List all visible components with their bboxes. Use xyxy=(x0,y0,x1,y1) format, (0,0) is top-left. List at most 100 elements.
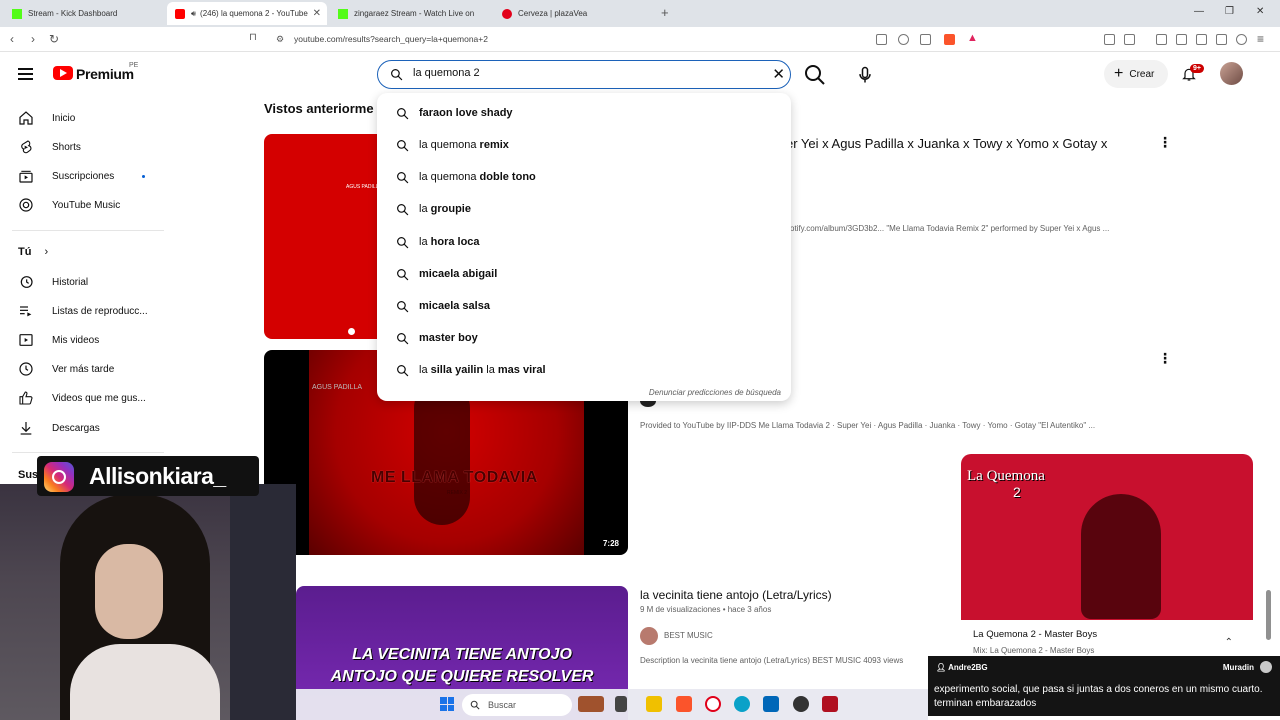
video-title[interactable]: la vecinita tiene antojo (Letra/Lyrics) xyxy=(640,588,832,602)
maximize-icon[interactable]: ❐ xyxy=(1225,6,1234,17)
miniplayer-subtitle: Mix: La Quemona 2 - Master Boys xyxy=(973,646,1095,655)
search-icon xyxy=(397,107,409,119)
sidebar-icon[interactable] xyxy=(1176,34,1187,45)
thumbnail-artist: AGUS PADILLA xyxy=(312,384,363,391)
subscriptions-icon xyxy=(19,170,33,183)
media-icon[interactable] xyxy=(1156,34,1167,45)
task-view-icon[interactable] xyxy=(615,696,627,712)
search-button[interactable] xyxy=(803,63,827,87)
new-tab-button[interactable]: + xyxy=(661,5,669,20)
sidebar-item-shorts[interactable]: Shorts xyxy=(18,139,81,155)
youtube-premium-logo[interactable]: Premium xyxy=(76,66,134,82)
opera-icon[interactable] xyxy=(705,696,721,712)
zoom-icon[interactable] xyxy=(898,34,909,45)
video-title[interactable]: er Yei x Agus Padilla x Juanka x Towy x … xyxy=(786,136,1107,151)
sidebar-item-label: Historial xyxy=(52,276,89,288)
youtube-logo-icon[interactable] xyxy=(53,66,73,80)
suggestion-item[interactable]: faraon love shady xyxy=(377,98,791,128)
clear-search-icon[interactable]: ✕ xyxy=(772,65,785,83)
vpn-icon[interactable] xyxy=(1236,34,1247,45)
sidebar-item-label: Shorts xyxy=(52,141,81,153)
sidebar-item-descargas[interactable]: Descargas xyxy=(18,420,100,436)
file-explorer-icon[interactable] xyxy=(646,696,662,712)
site-info-icon[interactable]: ⚙ xyxy=(276,34,284,45)
suggestion-item[interactable]: la groupie xyxy=(377,194,791,224)
wallet-icon[interactable] xyxy=(1124,34,1135,45)
search-input[interactable] xyxy=(413,67,743,79)
sidebar-item-inicio[interactable]: Inicio xyxy=(18,110,75,126)
menu-icon[interactable]: ≡ xyxy=(1257,32,1264,46)
miniplayer-video[interactable]: La Quemona 2 xyxy=(961,454,1253,620)
suggestion-item[interactable]: master boy xyxy=(377,323,791,353)
sidebar-item-mis-videos[interactable]: Mis videos xyxy=(18,332,99,348)
suggestion-prefix: la xyxy=(419,203,431,215)
sidebar-item-label: YouTube Music xyxy=(52,199,121,211)
minimize-icon[interactable]: — xyxy=(1194,6,1204,17)
sidebar-item-ver-mas-tarde[interactable]: Ver más tarde xyxy=(18,361,114,377)
taskbar-search[interactable]: Buscar xyxy=(462,694,572,716)
store-icon[interactable] xyxy=(763,696,779,712)
bookmark-icon[interactable]: ⊓ xyxy=(249,32,257,43)
chevron-up-icon[interactable]: ⌃ xyxy=(1225,637,1233,648)
channel-avatar[interactable] xyxy=(640,627,658,645)
browser-tab-active[interactable]: 🔊︎ (246) la quemona 2 - YouTube ✕ xyxy=(167,2,327,25)
suggestion-completion: remix xyxy=(479,139,509,151)
brave-rewards-icon[interactable]: ▲ xyxy=(967,32,978,44)
my-videos-icon xyxy=(19,334,33,346)
miniplayer-title[interactable]: La Quemona 2 - Master Boys xyxy=(973,629,1097,640)
new-content-dot xyxy=(142,175,145,178)
edge-icon[interactable] xyxy=(734,696,750,712)
suggestion-item[interactable]: la silla yailin la mas viral xyxy=(377,355,791,385)
extensions-icon[interactable] xyxy=(1104,34,1115,45)
leo-icon[interactable] xyxy=(1216,34,1227,45)
channel-name[interactable]: BEST MUSIC xyxy=(664,631,713,640)
guide-menu-icon[interactable] xyxy=(18,68,33,83)
obs-icon[interactable] xyxy=(793,696,809,712)
windows-start-icon[interactable] xyxy=(440,697,454,711)
close-tab-icon[interactable]: ✕ xyxy=(313,8,321,19)
cast-icon[interactable] xyxy=(876,34,887,45)
close-window-icon[interactable]: ✕ xyxy=(1256,6,1264,17)
reload-icon[interactable]: ↻ xyxy=(49,32,59,46)
sidebar-item-liked-videos[interactable]: Videos que me gus... xyxy=(18,390,146,406)
voice-search-icon[interactable] xyxy=(855,63,875,87)
app-icon[interactable] xyxy=(822,696,838,712)
sidebar-item-historial[interactable]: Historial xyxy=(18,274,88,290)
forward-icon[interactable]: › xyxy=(31,32,35,46)
brave-browser-icon[interactable] xyxy=(676,696,692,712)
browser-tab[interactable]: zingaraez Stream - Watch Live on xyxy=(330,2,490,25)
suggestion-item[interactable]: la hora loca xyxy=(377,227,791,257)
sidebar-item-label: Videos que me gus... xyxy=(52,392,146,404)
suggestion-item[interactable]: la quemona remix xyxy=(377,130,791,160)
avatar[interactable] xyxy=(1220,62,1243,85)
suggestion-item[interactable]: micaela abigail xyxy=(377,259,791,289)
share-icon[interactable] xyxy=(920,34,931,45)
video-meta: 9 M de visualizaciones • hace 3 años xyxy=(640,605,772,614)
scrollbar[interactable] xyxy=(1266,590,1271,640)
suggestion-prefix: la xyxy=(419,364,431,376)
widget-icon[interactable] xyxy=(578,696,604,712)
suggestion-completion: silla yailin xyxy=(430,364,484,376)
sidebar-item-label: Descargas xyxy=(52,422,100,434)
suggestion-item[interactable]: la quemona doble tono xyxy=(377,162,791,192)
sidebar-item-youtube-music[interactable]: YouTube Music xyxy=(18,197,120,213)
more-actions-icon[interactable]: ⋮ xyxy=(1158,134,1172,151)
search-icon xyxy=(397,236,409,248)
brave-shield-icon[interactable] xyxy=(944,34,955,45)
create-button[interactable]: + Crear xyxy=(1104,60,1168,88)
report-predictions-link[interactable]: Denunciar predicciones de búsqueda xyxy=(649,388,781,397)
search-box[interactable]: ✕ xyxy=(377,60,791,89)
youtube-favicon-icon xyxy=(175,8,185,19)
sidebar-item-playlists[interactable]: Listas de reproducc... xyxy=(18,303,148,319)
more-actions-icon[interactable]: ⋮ xyxy=(1158,350,1172,367)
tab-search-icon[interactable] xyxy=(1196,34,1207,45)
url-field[interactable]: youtube.com/results?search_query=la+quem… xyxy=(294,34,488,44)
webcam-overlay xyxy=(0,484,296,720)
suggestion-item[interactable]: micaela salsa xyxy=(377,291,791,321)
sidebar-section-you[interactable]: Tú › xyxy=(18,246,48,258)
sidebar-item-suscripciones[interactable]: Suscripciones xyxy=(18,168,114,184)
browser-tab[interactable]: Stream - Kick Dashboard xyxy=(4,2,164,25)
chevron-right-icon: › xyxy=(44,246,49,258)
browser-tab[interactable]: Cerveza | plazaVea xyxy=(494,2,654,25)
back-icon[interactable]: ‹ xyxy=(10,32,14,46)
